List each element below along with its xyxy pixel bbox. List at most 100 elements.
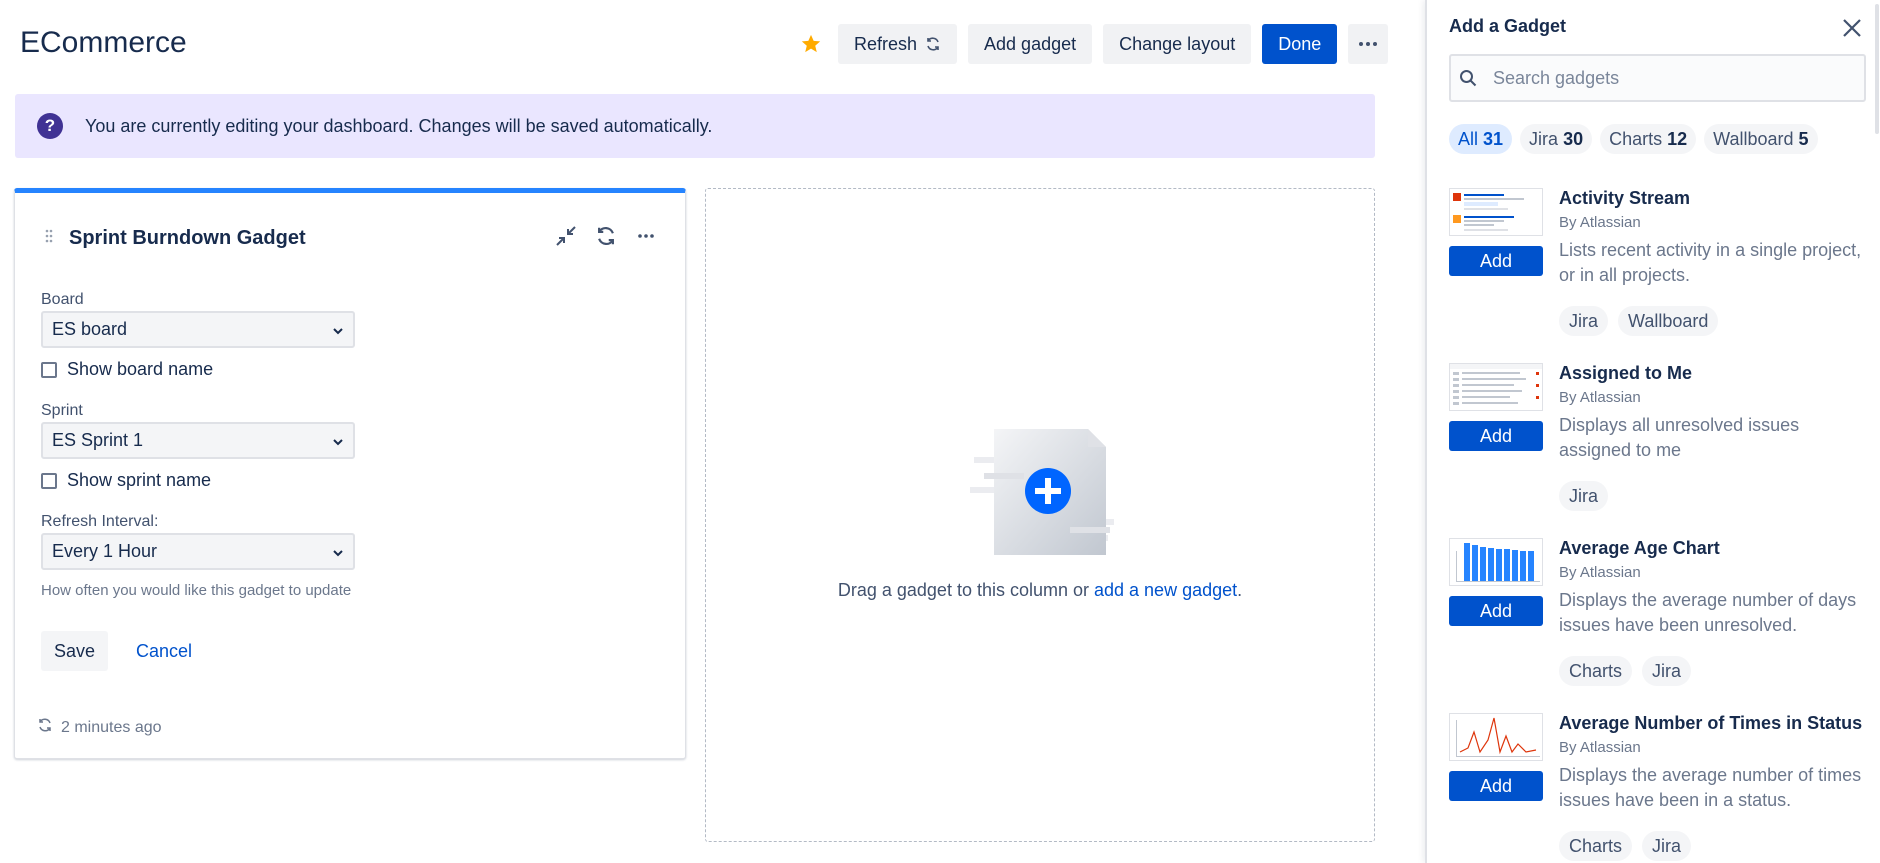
gadget-item-average-age-chart: Add Average Age Chart By Atlassian Displ…: [1449, 538, 1869, 688]
tag-jira[interactable]: Jira: [1642, 656, 1692, 686]
tag-jira[interactable]: Jira: [1642, 831, 1692, 861]
gadget-search: [1449, 54, 1866, 102]
tag-charts[interactable]: Charts: [1559, 831, 1633, 861]
show-sprint-name-checkbox-row: Show sprint name: [41, 470, 211, 491]
drag-handle-icon[interactable]: [45, 229, 53, 243]
more-icon[interactable]: [1348, 24, 1389, 64]
refresh-icon[interactable]: [593, 223, 619, 249]
add-average-age-chart-button[interactable]: Add: [1449, 596, 1543, 626]
last-updated: 2 minutes ago: [37, 717, 162, 738]
add-assigned-to-me-button[interactable]: Add: [1449, 421, 1543, 451]
gadget-item-activity-stream: Add Activity Stream By Atlassian Lists r…: [1449, 188, 1869, 338]
gadget-title: Sprint Burndown Gadget: [69, 227, 306, 249]
chevron-down-icon: [331, 544, 345, 565]
dropzone-text: Drag a gadget to this column or add a ne…: [706, 580, 1374, 601]
search-input[interactable]: [1491, 66, 1851, 90]
add-gadget-button[interactable]: Add gadget: [968, 24, 1093, 64]
panel-title: Add a Gadget: [1449, 16, 1567, 36]
show-sprint-name-label: Show sprint name: [67, 470, 212, 490]
gadget-name: Assigned to Me: [1559, 363, 1693, 383]
more-icon[interactable]: [633, 223, 659, 249]
show-sprint-name-checkbox[interactable]: [41, 472, 57, 489]
gadget-item-average-times-in-status: Add Average Number of Times in Status By…: [1449, 713, 1869, 863]
sprint-select-value: ES Sprint 1: [52, 430, 144, 450]
add-average-times-in-status-button[interactable]: Add: [1449, 771, 1543, 801]
filter-all[interactable]: All 31: [1449, 124, 1513, 154]
gadget-description: Displays the average number of times iss…: [1559, 765, 1862, 810]
chevron-down-icon: [331, 322, 345, 343]
show-board-name-checkbox[interactable]: [41, 361, 57, 378]
help-icon: ?: [37, 113, 63, 139]
dropzone-text-after: .: [1237, 580, 1243, 600]
refresh-interval-value: Every 1 Hour: [52, 541, 158, 561]
cancel-link[interactable]: Cancel: [136, 641, 192, 662]
dashboard-actions: Refresh Add gadget Change layout Done: [798, 24, 1399, 64]
show-board-name-label: Show board name: [67, 359, 214, 379]
chevron-down-icon: [331, 433, 345, 454]
gadget-author: By Atlassian: [1559, 739, 1641, 756]
last-updated-text: 2 minutes ago: [61, 718, 162, 736]
refresh-button-label: Refresh: [854, 33, 918, 54]
category-filters: All 31 Jira 30 Charts 12 Wallboard 5: [1449, 124, 1826, 154]
tag-charts[interactable]: Charts: [1559, 656, 1633, 686]
filter-count: 31: [1483, 128, 1504, 149]
board-select-value: ES board: [52, 319, 128, 339]
page-title: ECommerce: [20, 26, 187, 59]
average-times-in-status-thumbnail: [1449, 713, 1543, 761]
refresh-interval-select[interactable]: Every 1 Hour: [41, 533, 355, 570]
close-icon[interactable]: [1838, 14, 1866, 42]
panel-scrollbar[interactable]: [1875, 4, 1879, 134]
refresh-icon: [925, 36, 941, 52]
change-layout-button[interactable]: Change layout: [1103, 24, 1252, 64]
add-new-gadget-link[interactable]: add a new gadget: [1094, 580, 1237, 600]
sprint-label: Sprint: [41, 402, 83, 419]
filter-charts[interactable]: Charts 12: [1600, 124, 1697, 154]
tag-wallboard[interactable]: Wallboard: [1618, 306, 1719, 336]
gadget-name: Activity Stream: [1559, 188, 1691, 208]
sprint-select[interactable]: ES Sprint 1: [41, 422, 355, 459]
dashboard-main: ECommerce Refresh Add gadget Change layo…: [0, 0, 1425, 863]
edit-mode-banner: ? You are currently editing your dashboa…: [15, 94, 1375, 158]
filter-label: Charts: [1609, 128, 1663, 149]
filter-count: 12: [1667, 128, 1688, 149]
filter-wallboard[interactable]: Wallboard 5: [1704, 124, 1818, 154]
gadget-tags: Jira: [1559, 481, 1618, 511]
dropzone-text-before: Drag a gadget to this column or: [837, 580, 1094, 600]
star-icon[interactable]: [798, 31, 824, 57]
board-label: Board: [41, 291, 84, 308]
gadget-author: By Atlassian: [1559, 389, 1641, 406]
gadget-description: Displays all unresolved issues assigned …: [1559, 415, 1800, 460]
average-age-chart-thumbnail: [1449, 538, 1543, 586]
gadget-tags: Charts Jira: [1559, 656, 1701, 686]
search-icon: [1459, 69, 1477, 87]
gadget-tags: Charts Jira: [1559, 831, 1701, 861]
refresh-icon: [37, 717, 61, 738]
banner-text: You are currently editing your dashboard…: [85, 115, 713, 136]
filter-label: All: [1458, 128, 1479, 149]
tag-jira[interactable]: Jira: [1559, 481, 1609, 511]
done-button[interactable]: Done: [1262, 24, 1338, 64]
show-board-name-checkbox-row: Show board name: [41, 359, 213, 380]
save-button[interactable]: Save: [41, 631, 109, 671]
activity-stream-thumbnail: [1449, 188, 1543, 236]
refresh-button[interactable]: Refresh: [838, 24, 958, 64]
assigned-to-me-thumbnail: [1449, 363, 1543, 411]
refresh-interval-label: Refresh Interval:: [41, 513, 159, 530]
filter-count: 30: [1563, 128, 1584, 149]
gadget-author: By Atlassian: [1559, 214, 1641, 231]
tag-jira[interactable]: Jira: [1559, 306, 1609, 336]
refresh-interval-helper: How often you would like this gadget to …: [41, 582, 352, 599]
minimize-icon[interactable]: [553, 223, 579, 249]
gadget-item-assigned-to-me: Add Assigned to Me By Atlassian Displays…: [1449, 363, 1869, 513]
empty-column-dropzone[interactable]: Drag a gadget to this column or add a ne…: [705, 188, 1375, 842]
filter-label: Wallboard: [1713, 128, 1794, 149]
board-select[interactable]: ES board: [41, 311, 355, 348]
add-gadget-illustration-icon: [970, 427, 1114, 562]
gadget-name: Average Age Chart: [1559, 538, 1720, 558]
add-gadget-panel: Add a Gadget All31 Jira30 Charts12 Wallb…: [1425, 0, 1880, 863]
gadget-name: Average Number of Times in Status: [1559, 713, 1863, 733]
filter-jira[interactable]: Jira 30: [1520, 124, 1593, 154]
gadget-tags: Jira Wallboard: [1559, 306, 1728, 336]
filter-label: Jira: [1529, 128, 1559, 149]
add-activity-stream-button[interactable]: Add: [1449, 246, 1543, 276]
